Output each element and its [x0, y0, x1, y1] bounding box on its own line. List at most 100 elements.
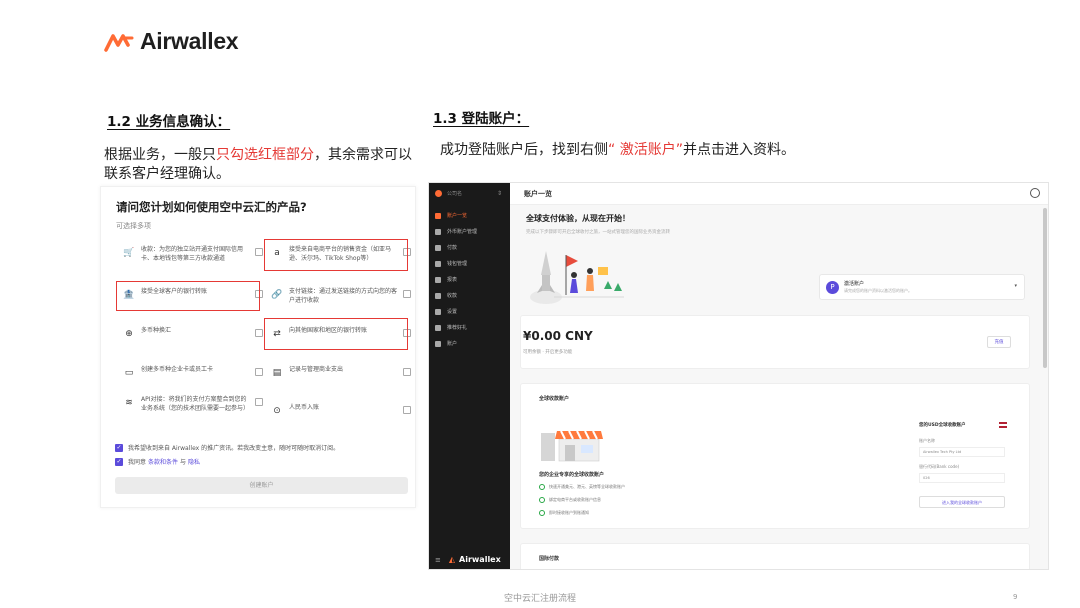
option-label: 支付链接：通过发送链接的方式向您的客户进行收款	[289, 288, 398, 304]
sidebar-item-label: 报表	[447, 277, 458, 283]
activate-account-card[interactable]: P 激活账户 请完成您的账户资料以激活您的账户。 ▾	[819, 274, 1025, 300]
feature-text: 绑定电商平台或收款账户信息	[549, 497, 601, 502]
sidebar-item-wallet[interactable]: 钱包管理	[435, 260, 467, 267]
section-1-3-title: 1.3 登陆账户：	[433, 111, 530, 127]
usd-account-panel: 您的USD全球收款账户 账户名称 Airwallex Tech Pty Ltd …	[917, 420, 1007, 530]
option-fx[interactable]: ⊕ 多币种换汇	[123, 326, 263, 354]
chevron-down-icon: ▾	[1014, 283, 1017, 289]
option-rmb[interactable]: ⊙ 人民币入账	[271, 403, 411, 431]
check-icon[interactable]: ✓	[115, 457, 123, 466]
option-payment-link[interactable]: 🔗 支付链接：通过发送链接的方式向您的客户进行收款	[271, 287, 411, 315]
sidebar-item-label: 外币账户管理	[447, 229, 478, 235]
highlight-frame-bank-transfer-out	[264, 318, 408, 350]
activate-badge-icon: P	[826, 281, 839, 294]
org-switcher[interactable]: 公司名	[435, 190, 462, 197]
option-checkbox[interactable]	[255, 248, 263, 256]
option-label: API对接：将我们的支付方案整合到您的业务系统（您的技术团队需要一起参与）	[141, 396, 250, 412]
chevron-down-icon[interactable]: ⇕	[497, 190, 502, 197]
user-icon	[435, 340, 441, 347]
api-icon: ≋	[125, 398, 133, 408]
consent-text: 我希望收到来自 Airwallex 的推广资讯。若我改变主意，随时可随时取消订阅…	[128, 445, 340, 452]
sidebar-item-referral[interactable]: 推荐好礼	[435, 324, 467, 331]
intl-payment-title: 国际付款	[539, 556, 560, 562]
section-1-2-title: 1.2 业务信息确认：	[107, 114, 231, 130]
sidebar-item-reports[interactable]: 报表	[435, 276, 457, 283]
terms-link[interactable]: 条款和条件	[148, 457, 178, 466]
rmb-icon: ⊙	[273, 406, 281, 416]
text-after: 并点击进入资料。	[682, 142, 795, 158]
payment-icon	[435, 244, 441, 251]
scrollbar[interactable]	[1043, 208, 1047, 368]
sidebar: 公司名 ⇕ 账户一览 外币账户管理 付款 钱包管理 报表 收款 设置 推荐好礼 …	[429, 183, 510, 569]
terms-consent[interactable]: ✓ 我同意 条款和条件 与 隐私	[115, 457, 200, 466]
sidebar-item-settings[interactable]: 设置	[435, 308, 457, 315]
airwallex-logo: Airwallex	[104, 28, 239, 55]
highlight-frame-bank-transfer-in	[116, 281, 260, 311]
hero-title: 全球支付体验，从现在开始！	[526, 214, 630, 223]
option-cards[interactable]: ▭ 创建多币种企业卡或员工卡	[123, 365, 263, 393]
activate-desc: 请完成您的账户资料以激活您的账户。	[844, 288, 912, 293]
page-title: 账户一览	[524, 190, 552, 198]
sidebar-item-payments[interactable]: 付款	[435, 244, 457, 251]
rocket-illustration	[530, 251, 624, 304]
sidebar-item-accounts[interactable]: 外币账户管理	[435, 228, 477, 235]
footer-caption: 空中云汇注册流程	[503, 594, 576, 604]
form-title: 请问您计划如何使用空中云汇的产品?	[116, 200, 307, 214]
sidebar-item-label: 账户一览	[447, 213, 468, 219]
account-name-label: 账户名称	[919, 438, 935, 443]
sidebar-item-account[interactable]: 账户	[435, 340, 457, 347]
marketing-consent[interactable]: ✓ 我希望收到来自 Airwallex 的推广资讯。若我改变主意，随时可随时取消…	[115, 443, 339, 452]
text-highlight: 只勾选红框部分	[216, 147, 314, 163]
sidebar-item-label: 设置	[447, 309, 458, 315]
card-icon	[435, 260, 441, 267]
option-checkbox[interactable]	[255, 368, 263, 376]
sidebar-item-receive[interactable]: 收款	[435, 292, 457, 299]
user-avatar-icon[interactable]	[1030, 188, 1040, 198]
create-account-button[interactable]: 创建账户	[115, 477, 408, 494]
option-checkbox[interactable]	[403, 368, 411, 376]
menu-icon[interactable]: ≡	[435, 556, 441, 564]
link-icon: 🔗	[271, 290, 283, 300]
gift-icon	[435, 324, 441, 331]
option-expense[interactable]: ▤ 记录与管理商业支出	[271, 365, 411, 393]
section-1-3-text: 成功登陆账户后，找到右侧“ 激活账户”并点击进入资料。	[440, 141, 1060, 160]
receive-icon	[435, 292, 441, 299]
sidebar-item-overview[interactable]: 账户一览	[435, 212, 467, 219]
dashboard-screenshot: 公司名 ⇕ 账户一览 外币账户管理 付款 钱包管理 报表 收款 设置 推荐好礼 …	[428, 182, 1049, 570]
view-global-account-button[interactable]: 进入我的全球收款账户	[919, 496, 1005, 508]
airwallex-logo-icon: ◭	[448, 555, 456, 564]
check-icon[interactable]: ✓	[115, 443, 123, 452]
privacy-link[interactable]: 隐私	[188, 457, 200, 466]
logo-text: Airwallex	[140, 28, 239, 54]
sidebar-item-label: 付款	[447, 245, 458, 251]
global-account-subtitle: 您的企业专享的全球收款账户	[539, 472, 605, 478]
feature-item: 快速开通美元、港元、英镑等全球收款账户	[539, 484, 625, 490]
option-label: 收款：为您的独立站开通支付国际信用卡、本地钱包等第三方收款通道	[141, 246, 244, 262]
option-label: 创建多币种企业卡或员工卡	[141, 366, 214, 373]
option-checkbox[interactable]	[255, 398, 263, 406]
option-api[interactable]: ≋ API对接：将我们的支付方案整合到您的业务系统（您的技术团队需要一起参与）	[123, 395, 263, 429]
feature-item: 即时接收账户到账通知	[539, 510, 589, 516]
section-1-2-text: 根据业务，一般只只勾选红框部分，其余需求可以联系客户经理确认。	[104, 146, 416, 184]
cart-icon: 🛒	[123, 248, 135, 258]
highlight-frame-marketplace	[264, 239, 408, 271]
top-up-button[interactable]: 充值	[987, 336, 1011, 348]
form-subtitle: 可选择多项	[116, 222, 151, 230]
option-checkbox[interactable]	[255, 329, 263, 337]
consent-and: 与	[180, 459, 187, 466]
balance-subtitle: 可用余额 · 开启更多功能	[523, 350, 573, 355]
org-avatar-icon	[435, 190, 442, 197]
business-info-form: 请问您计划如何使用空中云汇的产品? 可选择多项 🛒 收款：为您的独立站开通支付国…	[100, 186, 416, 508]
option-label: 记录与管理商业支出	[289, 366, 344, 373]
org-name: 公司名	[447, 191, 463, 197]
expense-icon: ▤	[272, 368, 282, 378]
feature-text: 即时接收账户到账通知	[549, 510, 589, 515]
option-checkbox[interactable]	[403, 406, 411, 414]
option-card-payments[interactable]: 🛒 收款：为您的独立站开通支付国际信用卡、本地钱包等第三方收款通道	[123, 245, 263, 273]
option-checkbox[interactable]	[403, 290, 411, 298]
balance-card	[520, 315, 1030, 369]
sidebar-item-label: 推荐好礼	[447, 325, 468, 331]
card-icon: ▭	[124, 368, 134, 378]
option-label: 多币种换汇	[141, 327, 172, 334]
activate-title: 激活账户	[844, 281, 865, 287]
